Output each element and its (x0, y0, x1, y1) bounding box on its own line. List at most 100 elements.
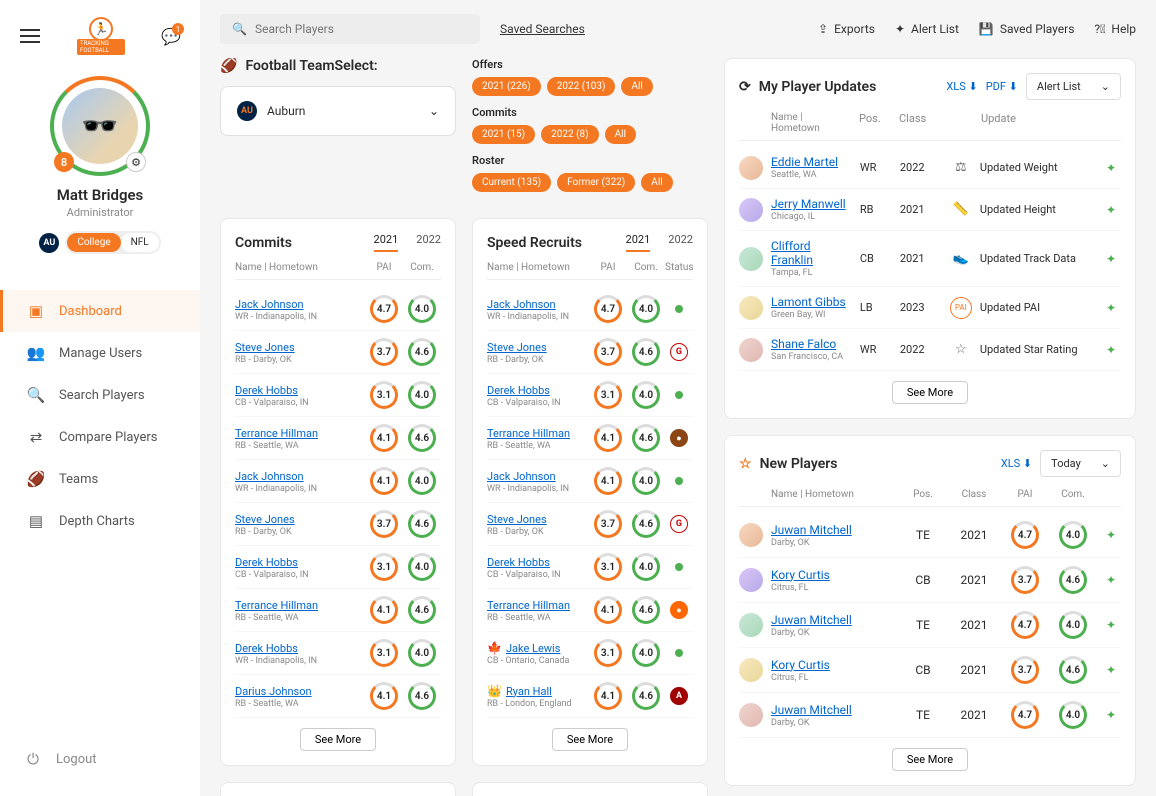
roster-label: Roster (472, 154, 708, 167)
chip-commits[interactable]: All (605, 125, 636, 144)
card-title: Commits (235, 235, 292, 251)
alert-beacon-icon[interactable]: ✦ (1101, 249, 1121, 269)
chip-roster[interactable]: Current (135) (472, 173, 551, 192)
player-link[interactable]: Terrance Hillman (235, 427, 318, 440)
alert-beacon-icon[interactable]: ✦ (1101, 200, 1121, 220)
league-toggle[interactable]: College NFL (65, 231, 160, 254)
player-link[interactable]: Terrance Hillman (487, 599, 570, 612)
help-icon: ?⃝ (1094, 22, 1105, 36)
alert-beacon-icon[interactable]: ✦ (1101, 158, 1121, 178)
player-link[interactable]: Darius Johnson (235, 685, 312, 698)
player-link[interactable]: Juwan Mitchell (771, 613, 852, 627)
see-more-button[interactable]: See More (892, 381, 968, 404)
updates-filter-dropdown[interactable]: Alert List⌄ (1026, 73, 1121, 100)
metric-ring: 4.0 (632, 467, 660, 495)
menu-toggle[interactable] (20, 29, 40, 43)
player-link[interactable]: Jack Johnson (235, 298, 304, 311)
see-more-button[interactable]: See More (552, 728, 628, 751)
metric-ring: 3.1 (370, 639, 398, 667)
player-row: Derek HobbsCB - Valparaiso, IN3.14.0 (487, 546, 693, 589)
player-link[interactable]: Jake Lewis (506, 642, 560, 655)
logout-button[interactable]: ⏻ Logout (0, 738, 200, 780)
chip-commits[interactable]: 2021 (15) (472, 125, 535, 144)
team-select-dropdown[interactable]: AU Auburn ⌄ (220, 86, 456, 136)
alert-beacon-icon[interactable]: ✦ (1101, 615, 1121, 635)
see-more-button[interactable]: See More (300, 728, 376, 751)
newplayers-filter-dropdown[interactable]: Today⌄ (1040, 450, 1121, 477)
nav-item-depth-charts[interactable]: ▤Depth Charts (0, 500, 200, 542)
player-link[interactable]: Steve Jones (235, 513, 295, 526)
search-box[interactable]: 🔍 (220, 14, 480, 44)
metric-ring: 4.6 (632, 510, 660, 538)
nav-item-search-players[interactable]: 🔍Search Players (0, 374, 200, 416)
chip-offers[interactable]: 2021 (226) (472, 77, 541, 96)
nav-item-dashboard[interactable]: ▣Dashboard (0, 290, 200, 332)
toggle-college[interactable]: College (67, 233, 120, 252)
help-button[interactable]: ?⃝Help (1094, 22, 1136, 36)
search-input[interactable] (255, 22, 468, 36)
player-link[interactable]: Jack Johnson (235, 470, 304, 483)
chip-offers[interactable]: 2022 (103) (547, 77, 616, 96)
nav-item-compare-players[interactable]: ⇄Compare Players (0, 416, 200, 458)
chip-roster[interactable]: Former (322) (557, 173, 635, 192)
player-link[interactable]: Derek Hobbs (235, 556, 298, 569)
profile-settings-button[interactable]: ⚙ (126, 152, 146, 172)
chip-commits[interactable]: 2022 (8) (541, 125, 599, 144)
nav-item-manage-users[interactable]: 👥Manage Users (0, 332, 200, 374)
player-link[interactable]: Juwan Mitchell (771, 703, 852, 717)
alert-beacon-icon[interactable]: ✦ (1101, 340, 1121, 360)
status-dot (675, 305, 683, 313)
player-link[interactable]: Derek Hobbs (487, 384, 550, 397)
chip-roster[interactable]: All (641, 173, 672, 192)
player-link[interactable]: Jerry Manwell (771, 197, 846, 211)
metric-ring: 4.6 (408, 596, 436, 624)
alert-beacon-icon[interactable]: ✦ (1101, 525, 1121, 545)
player-avatar (739, 198, 763, 222)
year-tab[interactable]: 2022 (668, 233, 693, 252)
saved-searches-link[interactable]: Saved Searches (500, 22, 585, 36)
alert-list-button[interactable]: ✦Alert List (895, 22, 959, 36)
player-avatar (739, 613, 763, 637)
saved-players-button[interactable]: 💾Saved Players (979, 22, 1075, 36)
player-link[interactable]: Kory Curtis (771, 568, 830, 582)
export-pdf[interactable]: PDF ⬇ (986, 80, 1018, 93)
metric-ring: 4.0 (408, 295, 436, 323)
alert-beacon-icon[interactable]: ✦ (1101, 660, 1121, 680)
player-link[interactable]: Jack Johnson (487, 470, 556, 483)
player-link[interactable]: Terrance Hillman (487, 427, 570, 440)
player-link[interactable]: Steve Jones (487, 341, 547, 354)
player-link[interactable]: Terrance Hillman (235, 599, 318, 612)
player-link[interactable]: Derek Hobbs (235, 384, 298, 397)
player-link[interactable]: Derek Hobbs (235, 642, 298, 655)
player-link[interactable]: Steve Jones (235, 341, 295, 354)
exports-button[interactable]: ⇪Exports (818, 22, 875, 36)
toggle-nfl[interactable]: NFL (121, 233, 159, 252)
player-link[interactable]: Steve Jones (487, 513, 547, 526)
year-tab[interactable]: 2021 (626, 233, 651, 252)
alert-beacon-icon[interactable]: ✦ (1101, 705, 1121, 725)
player-link[interactable]: Kory Curtis (771, 658, 830, 672)
player-link[interactable]: Derek Hobbs (487, 556, 550, 569)
nav-icon: ▣ (27, 302, 45, 320)
player-link[interactable]: Lamont Gibbs (771, 295, 846, 309)
export-xls[interactable]: XLS ⬇ (1001, 457, 1032, 470)
player-row: Jack JohnsonWR - Indianapolis, IN4.74.0 (487, 288, 693, 331)
see-more-button[interactable]: See More (892, 748, 968, 771)
nav-item-teams[interactable]: 🏈Teams (0, 458, 200, 500)
player-avatar (739, 296, 763, 320)
player-link[interactable]: Juwan Mitchell (771, 523, 852, 537)
export-xls[interactable]: XLS ⬇ (946, 80, 977, 93)
year-tab[interactable]: 2021 (374, 233, 399, 252)
alert-beacon-icon[interactable]: ✦ (1101, 570, 1121, 590)
metric-ring: 3.7 (594, 338, 622, 366)
notifications-button[interactable]: 💬 1 (162, 27, 180, 45)
team-logo: AU (237, 101, 257, 121)
player-link[interactable]: Eddie Martel (771, 155, 838, 169)
player-link[interactable]: Shane Falco (771, 337, 836, 351)
player-link[interactable]: Clifford Franklin (771, 239, 813, 267)
chip-offers[interactable]: All (621, 77, 652, 96)
player-link[interactable]: Ryan Hall (506, 685, 552, 698)
year-tab[interactable]: 2022 (416, 233, 441, 252)
player-link[interactable]: Jack Johnson (487, 298, 556, 311)
alert-beacon-icon[interactable]: ✦ (1101, 298, 1121, 318)
